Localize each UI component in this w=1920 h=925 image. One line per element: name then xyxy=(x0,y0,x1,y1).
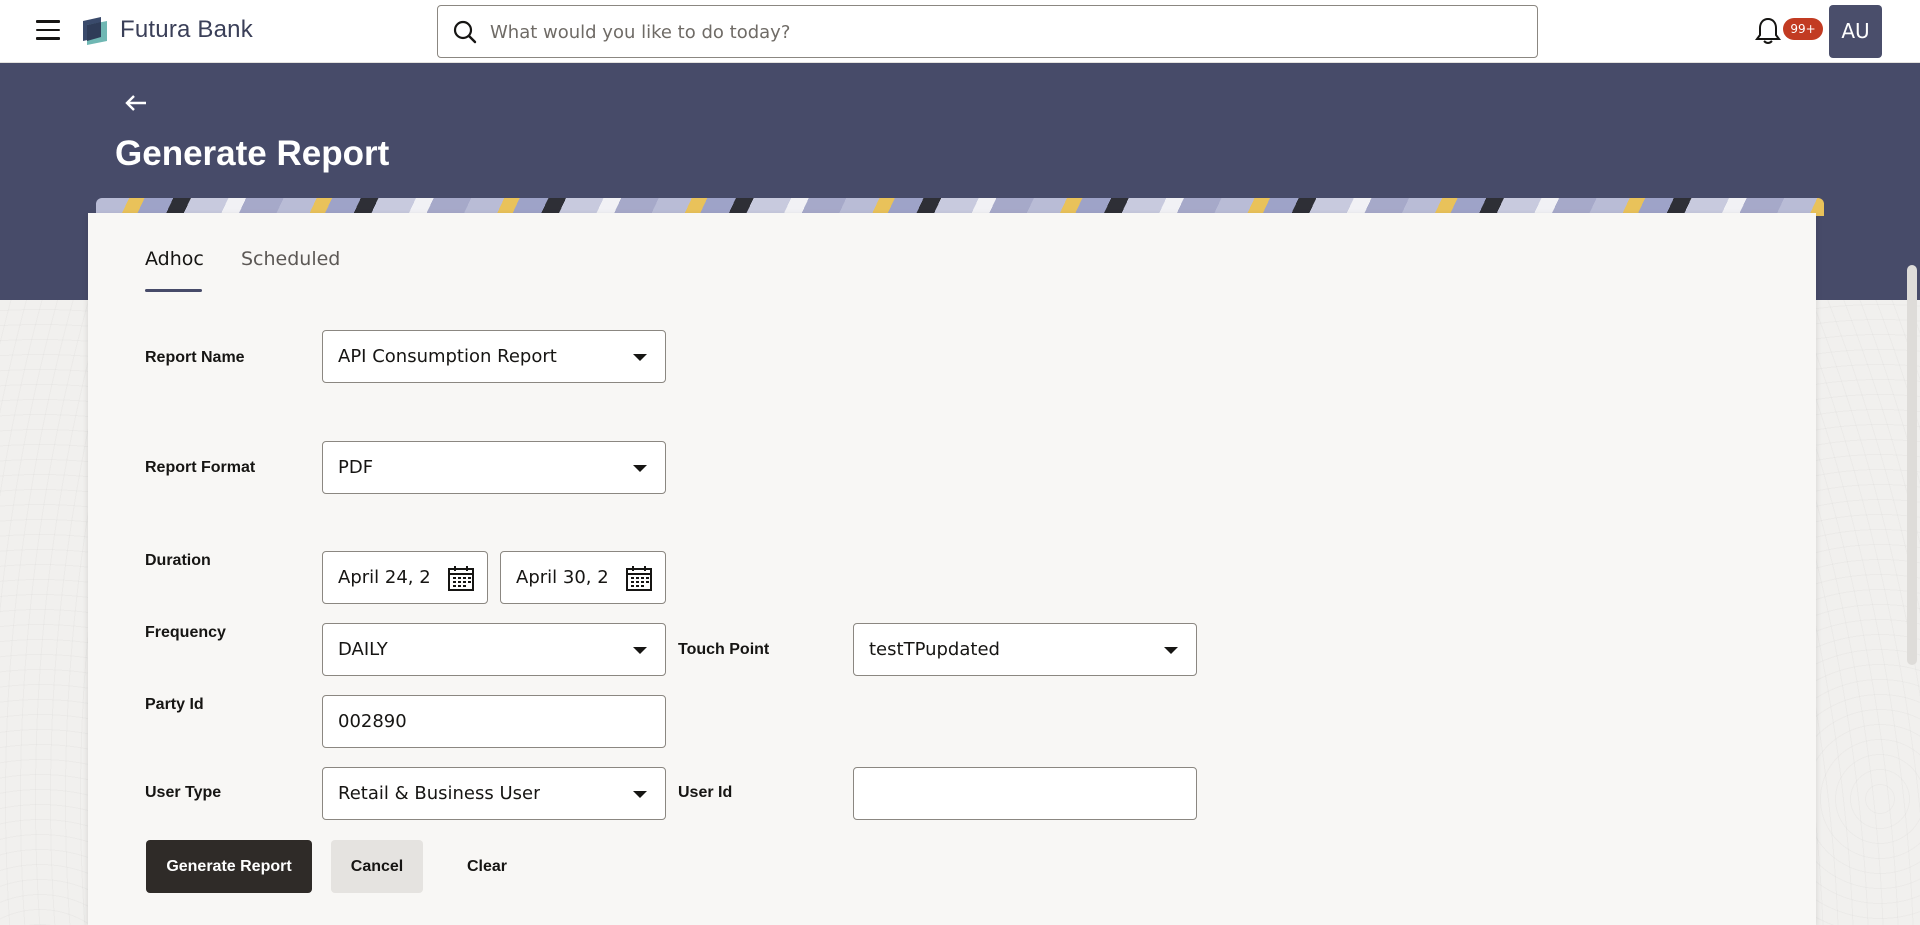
calendar-icon[interactable] xyxy=(625,564,653,592)
hamburger-menu-icon[interactable] xyxy=(36,20,60,40)
duration-from-value: April 24, 2 xyxy=(338,567,431,588)
report-form-card: Adhoc Scheduled Report Name API Consumpt… xyxy=(88,213,1816,925)
search-box[interactable] xyxy=(437,5,1538,58)
notification-bell-icon[interactable] xyxy=(1754,16,1782,46)
party-id-value: 002890 xyxy=(338,711,407,732)
user-type-value: Retail & Business User xyxy=(338,783,541,804)
frequency-value: DAILY xyxy=(338,639,388,660)
chevron-down-icon xyxy=(633,647,647,654)
user-id-input[interactable] xyxy=(853,767,1197,820)
frequency-select[interactable]: DAILY xyxy=(322,623,666,676)
brand-name: Futura Bank xyxy=(120,16,253,43)
generate-report-button[interactable]: Generate Report xyxy=(146,840,312,893)
search-input[interactable] xyxy=(490,14,1520,50)
tab-scheduled[interactable]: Scheduled xyxy=(241,248,340,270)
top-bar: Futura Bank 99+ AU xyxy=(0,0,1920,63)
page-title: Generate Report xyxy=(115,134,390,173)
duration-from-date[interactable]: April 24, 2 xyxy=(322,551,488,604)
report-name-value: API Consumption Report xyxy=(338,346,557,367)
tab-adhoc[interactable]: Adhoc xyxy=(145,248,204,270)
report-name-label: Report Name xyxy=(145,349,245,366)
chevron-down-icon xyxy=(633,354,647,361)
duration-to-value: April 30, 2 xyxy=(516,567,609,588)
chevron-down-icon xyxy=(1164,647,1178,654)
bank-logo-icon xyxy=(83,17,107,45)
chevron-down-icon xyxy=(633,465,647,472)
party-id-input[interactable]: 002890 xyxy=(322,695,666,748)
active-tab-indicator xyxy=(145,289,202,292)
touch-point-select[interactable]: testTPupdated xyxy=(853,623,1197,676)
duration-to-date[interactable]: April 30, 2 xyxy=(500,551,666,604)
chevron-down-icon xyxy=(633,791,647,798)
clear-button[interactable]: Clear xyxy=(442,840,532,893)
notification-count-badge: 99+ xyxy=(1783,18,1823,40)
calendar-icon[interactable] xyxy=(447,564,475,592)
report-format-label: Report Format xyxy=(145,459,256,476)
duration-label: Duration xyxy=(145,552,211,569)
user-id-label: User Id xyxy=(678,784,733,801)
search-icon xyxy=(453,20,477,44)
report-format-select[interactable]: PDF xyxy=(322,441,666,494)
party-id-label: Party Id xyxy=(145,696,204,713)
report-format-value: PDF xyxy=(338,457,374,478)
page-scrollbar[interactable] xyxy=(1907,265,1917,665)
user-type-label: User Type xyxy=(145,784,222,801)
report-name-select[interactable]: API Consumption Report xyxy=(322,330,666,383)
cancel-button[interactable]: Cancel xyxy=(331,840,423,893)
frequency-label: Frequency xyxy=(145,624,226,641)
user-type-select[interactable]: Retail & Business User xyxy=(322,767,666,820)
user-avatar[interactable]: AU xyxy=(1829,5,1882,58)
touch-point-label: Touch Point xyxy=(678,641,770,658)
back-arrow-icon[interactable] xyxy=(124,92,148,114)
touch-point-value: testTPupdated xyxy=(869,639,1000,660)
